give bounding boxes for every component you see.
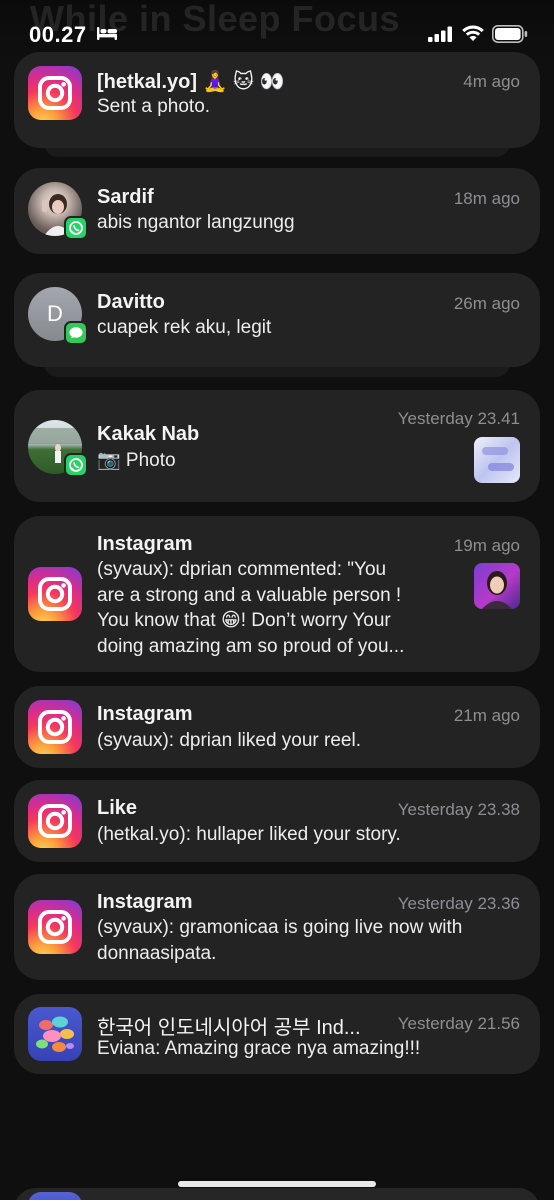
- notification-sardif[interactable]: Sardif 18m ago abis ngantor langzungg: [14, 168, 540, 254]
- notification-davitto[interactable]: D Davitto 26m ago cuapek rek aku, legit: [14, 273, 540, 367]
- notification-title: Kakak Nab: [97, 423, 200, 445]
- notification-instagram-live[interactable]: Instagram Yesterday 23.36 (syvaux): gram…: [14, 874, 540, 980]
- notification-body-line: are a strong and a valuable person !: [97, 584, 402, 606]
- post-thumbnail: [474, 563, 520, 609]
- notification-body: abis ngantor langzungg: [97, 212, 295, 233]
- notification-instagram-comment[interactable]: Instagram 19m ago (syvaux): dprian comme…: [14, 516, 540, 672]
- app-icon: [28, 1192, 82, 1200]
- notification-body: (hetkal.yo): hullaper liked your story.: [97, 824, 401, 845]
- notification-body: Eviana: Amazing grace nya amazing!!!: [97, 1038, 421, 1059]
- instagram-icon: [28, 700, 82, 754]
- messages-icon: [64, 321, 88, 345]
- notification-title: [hetkal.yo] 🧘‍♀️ 🐱 👀: [97, 71, 285, 93]
- notification-time: Yesterday 23.36: [397, 894, 520, 913]
- notification-instagram-reel[interactable]: Instagram 21m ago (syvaux): dprian liked…: [14, 686, 540, 768]
- notification-like[interactable]: Like Yesterday 23.38 (hetkal.yo): hullap…: [14, 780, 540, 862]
- notification-korean-app[interactable]: 한국어 인도네시아어 공부 Ind... Yesterday 21.56 Evi…: [14, 994, 540, 1074]
- instagram-icon: [28, 66, 82, 120]
- notification-time: Yesterday 23.41: [397, 409, 520, 428]
- bed-icon: [97, 27, 117, 40]
- notification-body: (syvaux): dprian liked your reel.: [97, 730, 361, 751]
- notification-kakak-nab[interactable]: Kakak Nab Yesterday 23.41 📷 Photo: [14, 390, 540, 502]
- notification-body: 📷 Photo: [97, 450, 176, 471]
- notification-time: 18m ago: [453, 189, 520, 208]
- photo-thumbnail: [474, 437, 520, 483]
- notification-time: 4m ago: [463, 72, 520, 91]
- home-indicator[interactable]: [178, 1181, 376, 1187]
- clock: 00.27: [29, 22, 87, 47]
- notification-title: Instagram: [97, 891, 193, 913]
- notification-title: Like: [97, 797, 138, 819]
- whatsapp-icon: [64, 453, 88, 477]
- notification-time: 21m ago: [453, 706, 520, 725]
- notification-title: Davitto: [97, 291, 165, 313]
- notification-body-line: donnaasipata.: [97, 942, 217, 964]
- notification-body: cuapek rek aku, legit: [97, 317, 272, 338]
- notification-hetkal[interactable]: [hetkal.yo] 🧘‍♀️ 🐱 👀 4m ago Sent a photo…: [14, 52, 540, 148]
- notification-body-line: (syvaux): dprian commented: "You: [97, 559, 387, 580]
- notification-body-line: You know that 😁! Don’t worry Your: [97, 610, 391, 631]
- notification-title: Instagram: [97, 533, 193, 555]
- instagram-icon: [28, 900, 82, 954]
- next-notification-peek[interactable]: [14, 1188, 540, 1200]
- notification-title: Sardif: [97, 186, 154, 208]
- notification-time: Yesterday 21.56: [397, 1014, 520, 1033]
- notification-body: Sent a photo.: [97, 96, 211, 117]
- notification-time: 26m ago: [453, 294, 520, 313]
- instagram-icon: [28, 794, 82, 848]
- whatsapp-icon: [64, 216, 88, 240]
- notification-title: Instagram: [97, 703, 193, 725]
- notification-body-line: (syvaux): gramonicaa is going live now w…: [97, 917, 463, 938]
- battery-icon: [492, 25, 528, 43]
- notification-time: Yesterday 23.38: [397, 800, 520, 819]
- instagram-icon: [28, 567, 82, 621]
- notification-time: 19m ago: [453, 536, 520, 555]
- signal-icon: [428, 26, 452, 42]
- chat-bubbles-app-icon: [28, 1007, 82, 1061]
- notification-body-line: doing amazing am so proud of you...: [97, 635, 405, 657]
- wifi-icon: [462, 25, 484, 41]
